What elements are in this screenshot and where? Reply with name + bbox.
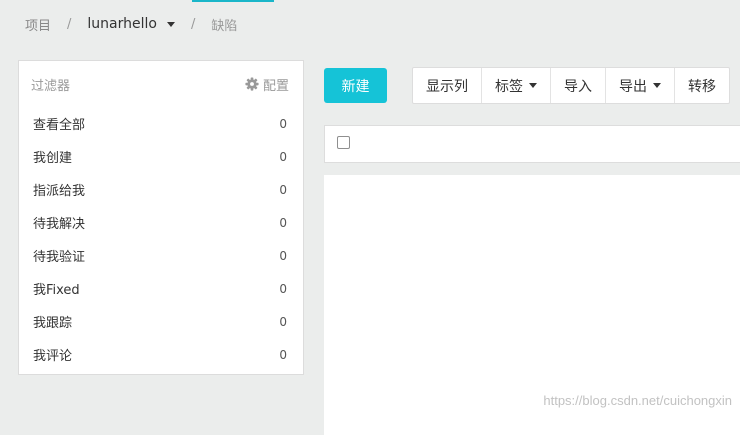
filter-item-count: 0 (279, 149, 287, 164)
convert-button[interactable]: 转移 (675, 68, 729, 103)
filter-item-commented[interactable]: 我评论 0 (19, 338, 303, 371)
caret-down-icon (166, 21, 175, 27)
filter-item-created-by-me[interactable]: 我创建 0 (19, 140, 303, 173)
filter-item-to-verify[interactable]: 待我验证 0 (19, 239, 303, 272)
filter-item-fixed-by-me[interactable]: 我Fixed 0 (19, 272, 303, 305)
filter-item-count: 0 (279, 347, 287, 362)
breadcrumb: 项目 / lunarhello / 缺陷 (25, 14, 237, 34)
breadcrumb-current: 缺陷 (211, 18, 238, 34)
bulk-select-bar (324, 125, 740, 163)
filter-item-label: 我评论 (33, 349, 73, 364)
convert-label: 转移 (688, 78, 716, 95)
show-columns-label: 显示列 (426, 78, 468, 95)
project-name: lunarhello (87, 16, 157, 32)
filter-item-label: 我创建 (33, 151, 73, 166)
watermark-text: https://blog.csdn.net/cuichongxin (543, 393, 732, 408)
breadcrumb-projects-link[interactable]: 项目 (25, 15, 51, 34)
select-all-checkbox[interactable] (337, 136, 350, 149)
filter-list: 查看全部 0 我创建 0 指派给我 0 待我解决 0 待我验证 0 我Fixed… (19, 107, 303, 371)
top-nav-active-indicator (192, 0, 274, 2)
filter-item-assigned-to-me[interactable]: 指派给我 0 (19, 173, 303, 206)
project-switcher[interactable]: lunarhello (87, 16, 175, 32)
filter-item-label: 待我解决 (33, 217, 86, 232)
filter-item-count: 0 (279, 314, 287, 329)
tags-label: 标签 (495, 78, 523, 95)
breadcrumb-separator: / (67, 16, 72, 32)
filter-item-label: 我跟踪 (33, 316, 73, 331)
filter-item-label: 我Fixed (33, 283, 80, 298)
filter-item-count: 0 (279, 116, 287, 131)
filter-item-label: 查看全部 (33, 118, 86, 133)
export-dropdown-button[interactable]: 导出 (606, 68, 675, 103)
show-columns-button[interactable]: 显示列 (413, 68, 482, 103)
filter-item-count: 0 (279, 248, 287, 263)
toolbar-button-group: 显示列 标签 导入 导出 转移 (412, 67, 730, 104)
filter-sidebar-header: 过滤器 配置 (19, 61, 303, 107)
breadcrumb-separator: / (190, 16, 196, 32)
caret-down-icon (653, 83, 661, 88)
filter-item-count: 0 (279, 215, 287, 230)
import-label: 导入 (564, 78, 592, 95)
filter-item-view-all[interactable]: 查看全部 0 (19, 107, 303, 140)
filter-sidebar: 过滤器 配置 查看全部 0 我创建 0 指派给我 0 待我解决 0 待我验证 0… (18, 60, 304, 375)
tags-dropdown-button[interactable]: 标签 (482, 68, 551, 103)
filter-item-count: 0 (279, 281, 287, 296)
filter-item-label: 指派给我 (33, 184, 86, 199)
filter-config-label: 配置 (262, 78, 289, 94)
filter-item-label: 待我验证 (33, 250, 86, 265)
filter-item-to-resolve[interactable]: 待我解决 0 (19, 206, 303, 239)
gear-icon (245, 77, 259, 91)
filter-title: 过滤器 (31, 78, 71, 94)
filter-config-button[interactable]: 配置 (245, 75, 289, 94)
import-button[interactable]: 导入 (551, 68, 606, 103)
new-button[interactable]: 新建 (324, 68, 387, 103)
filter-item-followed[interactable]: 我跟踪 0 (19, 305, 303, 338)
filter-item-count: 0 (279, 182, 287, 197)
export-label: 导出 (619, 78, 647, 95)
caret-down-icon (529, 83, 537, 88)
